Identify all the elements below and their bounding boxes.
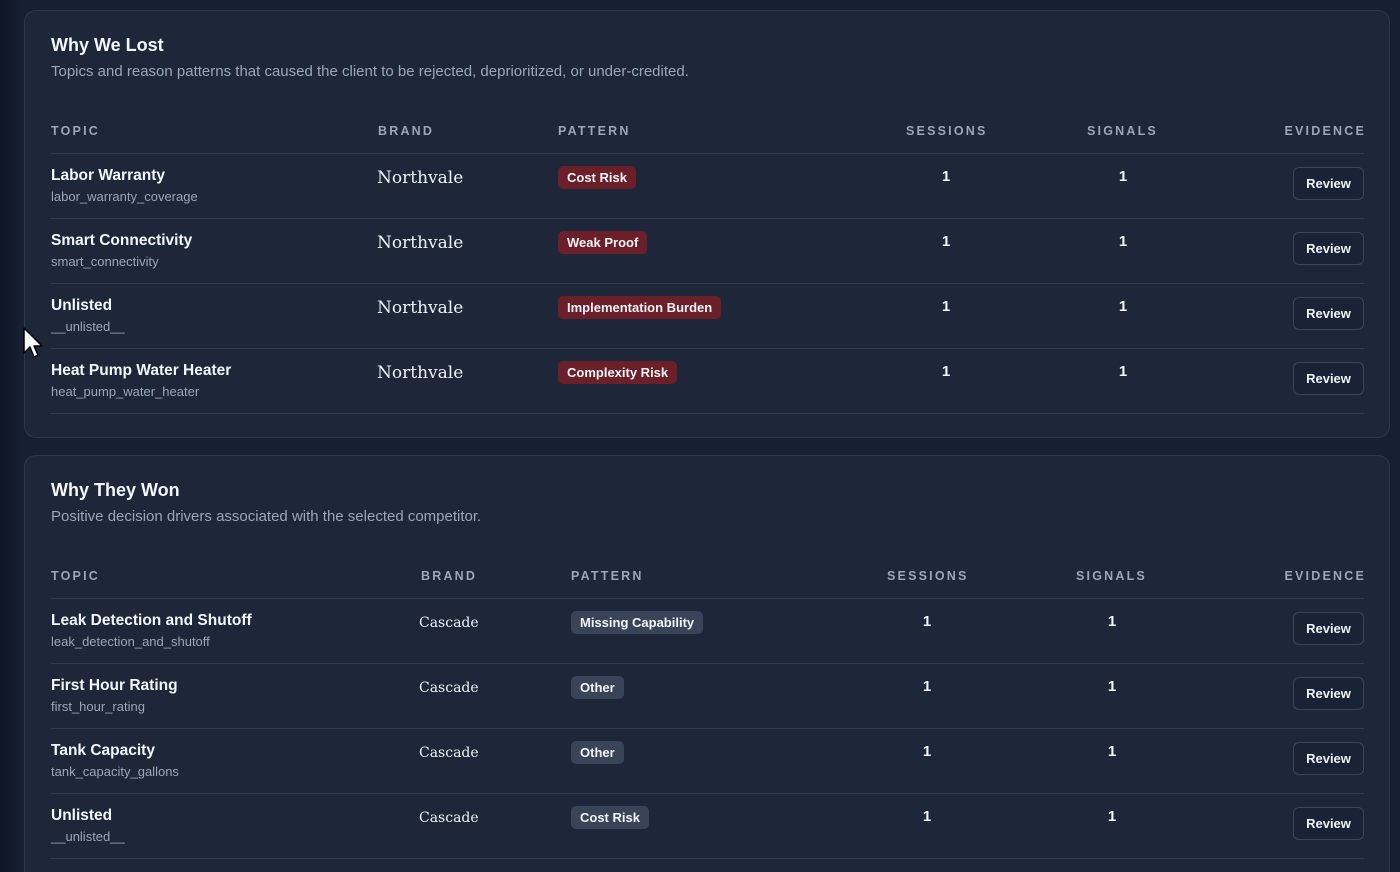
table-row: First Hour Rating first_hour_rating Casc… bbox=[51, 664, 1364, 729]
review-button[interactable]: Review bbox=[1293, 612, 1364, 645]
sessions-count: 1 bbox=[941, 363, 951, 380]
column-header-evidence[interactable]: EVIDENCE bbox=[1284, 124, 1366, 138]
mouse-pointer-icon bbox=[23, 327, 43, 358]
topic-name: Unlisted bbox=[51, 297, 113, 314]
topic-key: first_hour_rating bbox=[51, 699, 145, 714]
signals-count: 1 bbox=[1107, 808, 1117, 825]
table-header: TOPIC BRAND PATTERN SESSIONS SIGNALS EVI… bbox=[51, 121, 1364, 154]
table-row: Labor Warranty labor_warranty_coverage N… bbox=[51, 154, 1364, 219]
sessions-count: 1 bbox=[922, 613, 932, 630]
sessions-count: 1 bbox=[941, 168, 951, 185]
topic-name: Tank Capacity bbox=[51, 742, 155, 759]
topic-key: __unlisted__ bbox=[51, 319, 125, 334]
brand-name: Cascade bbox=[419, 810, 479, 826]
column-header-evidence[interactable]: EVIDENCE bbox=[1284, 569, 1366, 583]
table-row: Smart Connectivity smart_connectivity No… bbox=[51, 219, 1364, 284]
section-title: Why We Lost bbox=[51, 35, 164, 55]
signals-count: 1 bbox=[1118, 298, 1128, 315]
page: Why We Lost Topics and reason patterns t… bbox=[0, 0, 1400, 872]
review-button[interactable]: Review bbox=[1293, 362, 1364, 395]
sessions-count: 1 bbox=[941, 233, 951, 250]
topic-key: __unlisted__ bbox=[51, 829, 125, 844]
review-button[interactable]: Review bbox=[1293, 807, 1364, 840]
topic-name: Labor Warranty bbox=[51, 167, 165, 184]
review-button[interactable]: Review bbox=[1293, 677, 1364, 710]
pattern-badge: Other bbox=[571, 741, 624, 764]
sessions-count: 1 bbox=[922, 808, 932, 825]
won-table: TOPIC BRAND PATTERN SESSIONS SIGNALS EVI… bbox=[51, 566, 1364, 859]
sessions-count: 1 bbox=[922, 678, 932, 695]
column-header-topic[interactable]: TOPIC bbox=[51, 569, 100, 583]
signals-count: 1 bbox=[1118, 168, 1128, 185]
topic-key: tank_capacity_gallons bbox=[51, 764, 179, 779]
column-header-brand[interactable]: BRAND bbox=[378, 124, 434, 138]
signals-count: 1 bbox=[1107, 613, 1117, 630]
topic-key: heat_pump_water_heater bbox=[51, 384, 200, 399]
signals-count: 1 bbox=[1118, 363, 1128, 380]
topic-name: Smart Connectivity bbox=[51, 232, 193, 249]
pattern-badge: Other bbox=[571, 676, 624, 699]
column-header-signals[interactable]: SIGNALS bbox=[1076, 569, 1147, 583]
pattern-badge: Cost Risk bbox=[571, 806, 649, 829]
sessions-count: 1 bbox=[922, 743, 932, 760]
brand-name: Northvale bbox=[377, 168, 464, 188]
pattern-badge: Complexity Risk bbox=[558, 361, 678, 384]
lost-table: TOPIC BRAND PATTERN SESSIONS SIGNALS EVI… bbox=[51, 121, 1364, 414]
review-button[interactable]: Review bbox=[1293, 297, 1364, 330]
table-header: TOPIC BRAND PATTERN SESSIONS SIGNALS EVI… bbox=[51, 566, 1364, 599]
column-header-pattern[interactable]: PATTERN bbox=[558, 124, 631, 138]
topic-name: Unlisted bbox=[51, 807, 113, 824]
table-row: Tank Capacity tank_capacity_gallons Casc… bbox=[51, 729, 1364, 794]
pattern-badge: Weak Proof bbox=[558, 231, 648, 254]
column-header-topic[interactable]: TOPIC bbox=[51, 124, 100, 138]
section-title: Why They Won bbox=[51, 480, 180, 500]
why-we-lost-card: Why We Lost Topics and reason patterns t… bbox=[24, 10, 1390, 438]
topic-name: Heat Pump Water Heater bbox=[51, 362, 232, 379]
table-row: Unlisted __unlisted__ Cascade Cost Risk … bbox=[51, 794, 1364, 859]
sessions-count: 1 bbox=[941, 298, 951, 315]
section-subtitle: Topics and reason patterns that caused t… bbox=[51, 63, 689, 80]
review-button[interactable]: Review bbox=[1293, 167, 1364, 200]
brand-name: Cascade bbox=[419, 680, 479, 696]
pattern-badge: Cost Risk bbox=[558, 166, 636, 189]
pattern-badge: Missing Capability bbox=[571, 611, 704, 634]
topic-key: smart_connectivity bbox=[51, 254, 159, 269]
why-they-won-card: Why They Won Positive decision drivers a… bbox=[24, 455, 1390, 872]
topic-name: Leak Detection and Shutoff bbox=[51, 612, 252, 629]
topic-key: labor_warranty_coverage bbox=[51, 189, 198, 204]
signals-count: 1 bbox=[1107, 678, 1117, 695]
brand-name: Northvale bbox=[377, 363, 464, 383]
column-header-brand[interactable]: BRAND bbox=[421, 569, 477, 583]
table-row: Heat Pump Water Heater heat_pump_water_h… bbox=[51, 349, 1364, 414]
brand-name: Northvale bbox=[377, 233, 464, 253]
signals-count: 1 bbox=[1118, 233, 1128, 250]
signals-count: 1 bbox=[1107, 743, 1117, 760]
section-subtitle: Positive decision drivers associated wit… bbox=[51, 508, 482, 525]
review-button[interactable]: Review bbox=[1293, 232, 1364, 265]
table-row: Unlisted __unlisted__ Northvale Implemen… bbox=[51, 284, 1364, 349]
pattern-badge: Implementation Burden bbox=[558, 296, 722, 319]
topic-key: leak_detection_and_shutoff bbox=[51, 634, 210, 649]
column-header-sessions[interactable]: SESSIONS bbox=[906, 124, 988, 138]
brand-name: Cascade bbox=[419, 745, 479, 761]
review-button[interactable]: Review bbox=[1293, 742, 1364, 775]
topic-name: First Hour Rating bbox=[51, 677, 178, 694]
brand-name: Northvale bbox=[377, 298, 464, 318]
column-header-sessions[interactable]: SESSIONS bbox=[887, 569, 969, 583]
brand-name: Cascade bbox=[419, 615, 479, 631]
column-header-signals[interactable]: SIGNALS bbox=[1087, 124, 1158, 138]
column-header-pattern[interactable]: PATTERN bbox=[571, 569, 644, 583]
table-row: Leak Detection and Shutoff leak_detectio… bbox=[51, 599, 1364, 664]
